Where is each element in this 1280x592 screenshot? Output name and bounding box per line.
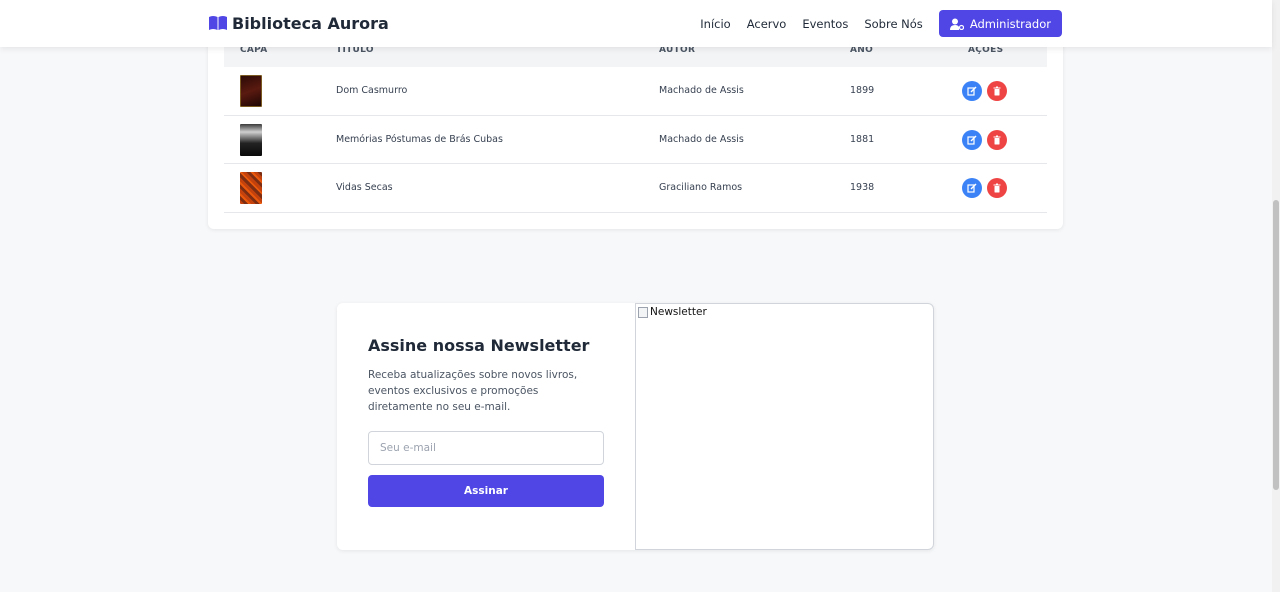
newsletter-form-panel: Assine nossa Newsletter Receba atualizaç… (337, 303, 635, 550)
book-cover-image (240, 172, 262, 204)
main-nav: Início Acervo Eventos Sobre Nós Administ… (700, 10, 1062, 37)
page-scrollbar[interactable] (1272, 0, 1280, 592)
brand-name: Biblioteca Aurora (232, 13, 389, 33)
admin-button[interactable]: Administrador (938, 10, 1062, 37)
nav-link-sobre-nos[interactable]: Sobre Nós (864, 17, 922, 31)
newsletter-image: Newsletter (635, 303, 934, 550)
nav-link-acervo[interactable]: Acervo (747, 17, 787, 31)
nav-link-eventos[interactable]: Eventos (802, 17, 848, 31)
brand-logo[interactable]: Biblioteca Aurora (208, 12, 389, 34)
book-author: Machado de Assis (659, 85, 744, 96)
book-author: Graciliano Ramos (659, 182, 743, 193)
books-table-card: CAPA TÍTULO AUTOR ANO AÇÕES Dom Casmurro… (208, 20, 1063, 229)
newsletter-description: Receba atualizações sobre novos livros, … (368, 369, 578, 413)
table-row: Memórias Póstumas de Brás Cubas Machado … (224, 116, 1047, 164)
email-input[interactable] (368, 431, 604, 465)
broken-image-placeholder: Newsletter (638, 306, 707, 318)
row-actions (962, 178, 1007, 198)
book-author: Machado de Assis (659, 133, 744, 145)
book-cover-image (240, 123, 262, 156)
admin-button-label: Administrador (969, 16, 1051, 31)
edit-button[interactable] (962, 129, 982, 150)
delete-button[interactable] (987, 178, 1007, 198)
edit-icon (967, 86, 977, 96)
delete-button[interactable] (987, 81, 1007, 101)
subscribe-button[interactable]: Assinar (368, 475, 604, 507)
user-gear-icon (949, 18, 964, 30)
row-actions (962, 129, 1007, 150)
trash-icon (993, 135, 1001, 144)
book-year: 1938 (850, 182, 875, 193)
newsletter-card: Assine nossa Newsletter Receba atualizaç… (337, 303, 934, 550)
table-row: Dom Casmurro Machado de Assis 1899 (224, 67, 1047, 116)
book-title: Memórias Póstumas de Brás Cubas (336, 133, 503, 145)
row-actions (962, 81, 1007, 101)
edit-button[interactable] (962, 178, 982, 198)
books-table: CAPA TÍTULO AUTOR ANO AÇÕES Dom Casmurro… (224, 40, 1047, 213)
delete-button[interactable] (987, 129, 1007, 150)
book-title: Vidas Secas (336, 182, 393, 193)
edit-icon (967, 135, 977, 145)
image-alt-text: Newsletter (650, 306, 707, 318)
book-year: 1899 (850, 85, 875, 96)
edit-icon (967, 183, 977, 193)
edit-button[interactable] (962, 81, 982, 101)
book-title: Dom Casmurro (336, 85, 408, 96)
newsletter-title: Assine nossa Newsletter (368, 336, 590, 355)
trash-icon (993, 183, 1001, 193)
trash-icon (993, 86, 1001, 96)
scrollbar-thumb[interactable] (1273, 200, 1279, 490)
book-cover-image (240, 75, 262, 107)
navbar: Biblioteca Aurora Início Acervo Eventos … (0, 0, 1272, 47)
book-open-icon (209, 16, 227, 30)
nav-link-inicio[interactable]: Início (700, 17, 730, 31)
broken-image-icon (638, 306, 648, 318)
book-year: 1881 (850, 133, 875, 145)
table-row: Vidas Secas Graciliano Ramos 1938 (224, 164, 1047, 213)
